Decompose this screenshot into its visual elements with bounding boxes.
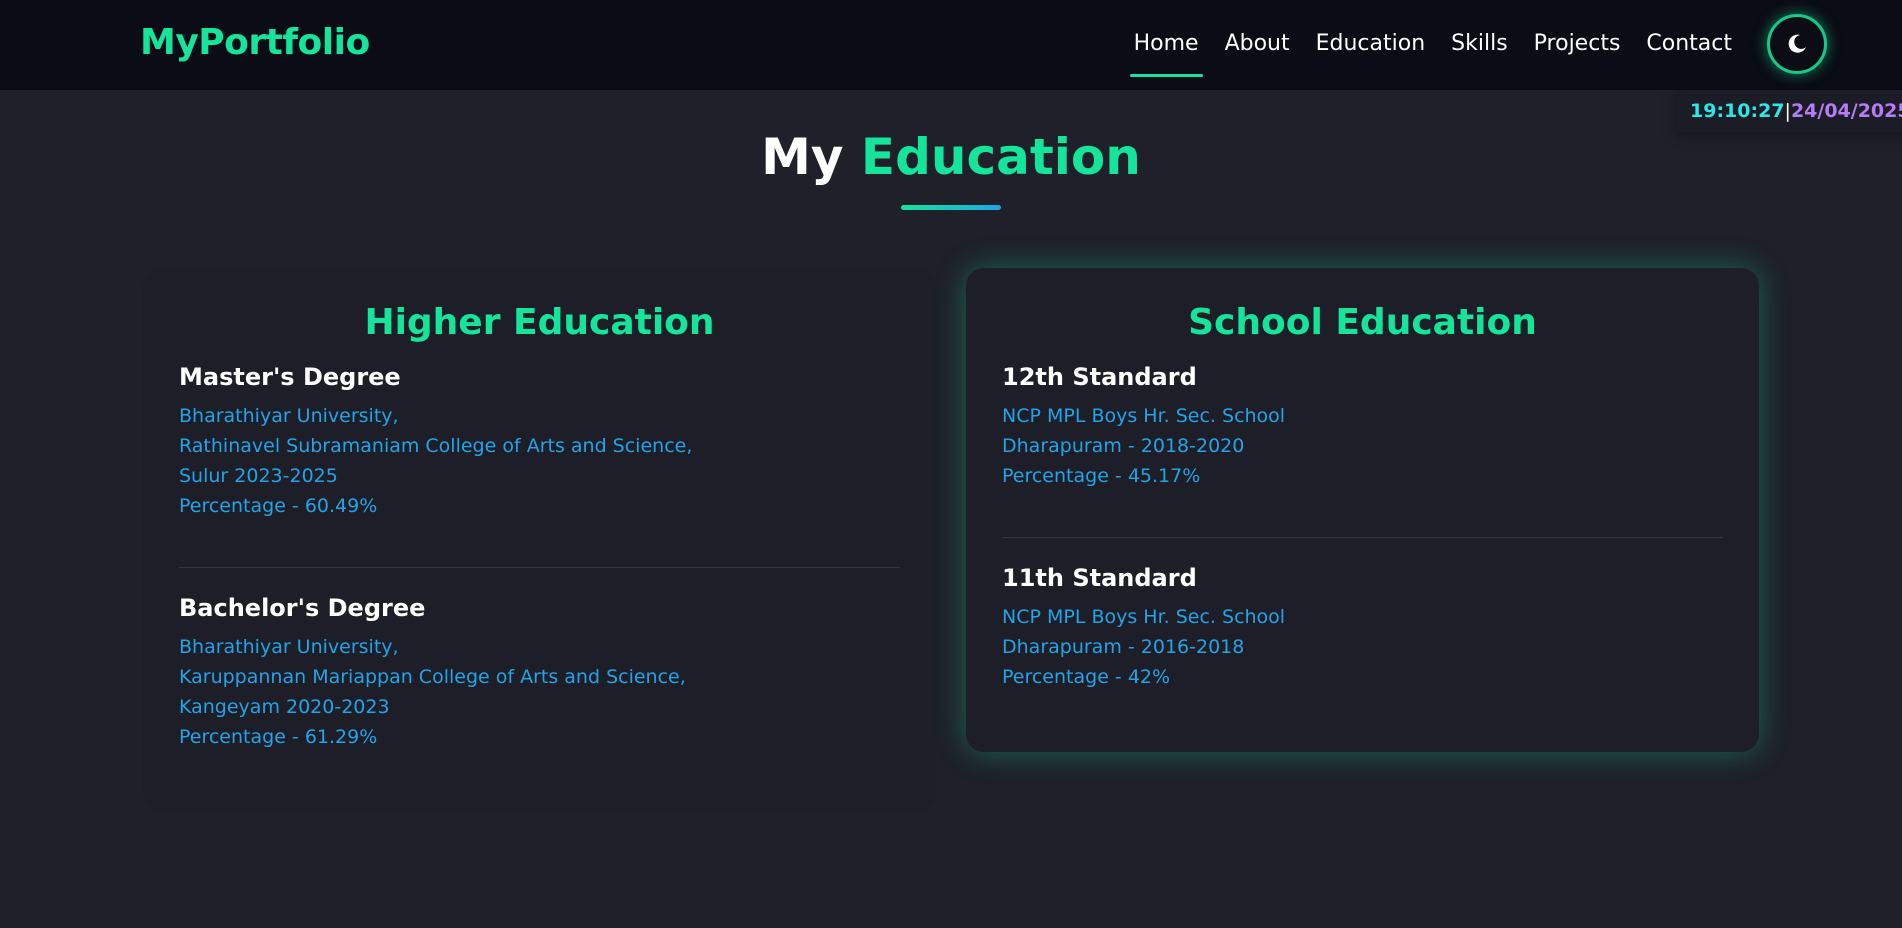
nav-link-about[interactable]: About — [1212, 0, 1303, 90]
entry-line: Percentage - 42% — [1002, 666, 1171, 688]
education-entry: Bachelor's Degree Bharathiyar University… — [179, 594, 900, 752]
nav-link-contact[interactable]: Contact — [1633, 0, 1745, 90]
entry-line: Dharapuram - 2016-2018 — [1002, 636, 1245, 658]
entry-line: Kangeyam 2020-2023 — [179, 696, 390, 718]
entry-line: Bharathiyar University, — [179, 636, 399, 658]
theme-toggle-button[interactable] — [1767, 14, 1827, 74]
navbar: MyPortfolio Home About Education Skills … — [0, 0, 1902, 90]
clock-date: 24/04/2025 — [1790, 100, 1902, 122]
section-title: My Education — [0, 128, 1902, 186]
moon-icon — [1788, 34, 1806, 53]
education-entry: 11th Standard NCP MPL Boys Hr. Sec. Scho… — [1002, 564, 1723, 692]
entry-heading: Bachelor's Degree — [179, 594, 426, 622]
education-entry: 12th Standard NCP MPL Boys Hr. Sec. Scho… — [1002, 363, 1723, 491]
nav-link-home[interactable]: Home — [1121, 0, 1212, 90]
entry-heading: 11th Standard — [1002, 564, 1197, 592]
higher-education-card: Higher Education Master's Degree Bharath… — [143, 268, 936, 811]
entry-line: Percentage - 61.29% — [179, 726, 378, 748]
section-title-plain: My — [761, 128, 844, 186]
clock-widget: 19:10:27 | 24/04/2025 — [1676, 90, 1902, 132]
entry-line: Percentage - 60.49% — [179, 495, 378, 517]
site-logo[interactable]: MyPortfolio — [140, 22, 370, 63]
entry-divider — [1002, 537, 1723, 538]
section-title-accent: Education — [860, 128, 1141, 186]
nav-links: Home About Education Skills Projects Con… — [1121, 0, 1745, 90]
entry-line: Karuppannan Mariappan College of Arts an… — [179, 666, 686, 688]
nav-link-education[interactable]: Education — [1303, 0, 1439, 90]
card-title: Higher Education — [364, 302, 715, 343]
entry-line: Rathinavel Subramaniam College of Arts a… — [179, 435, 693, 457]
title-underline — [901, 205, 1001, 210]
entry-heading: Master's Degree — [179, 363, 401, 391]
school-education-card: School Education 12th Standard NCP MPL B… — [966, 268, 1759, 752]
entry-line: Sulur 2023-2025 — [179, 465, 338, 487]
card-title: School Education — [1188, 302, 1537, 343]
clock-time: 19:10:27 — [1690, 100, 1785, 122]
education-entry: Master's Degree Bharathiyar University, … — [179, 363, 900, 521]
entry-line: Bharathiyar University, — [179, 405, 399, 427]
nav-link-skills[interactable]: Skills — [1438, 0, 1521, 90]
entry-line: Percentage - 45.17% — [1002, 465, 1201, 487]
entry-line: Dharapuram - 2018-2020 — [1002, 435, 1245, 457]
entry-divider — [179, 567, 900, 568]
nav-link-projects[interactable]: Projects — [1521, 0, 1634, 90]
entry-heading: 12th Standard — [1002, 363, 1197, 391]
entry-line: NCP MPL Boys Hr. Sec. School — [1002, 405, 1286, 427]
entry-line: NCP MPL Boys Hr. Sec. School — [1002, 606, 1286, 628]
